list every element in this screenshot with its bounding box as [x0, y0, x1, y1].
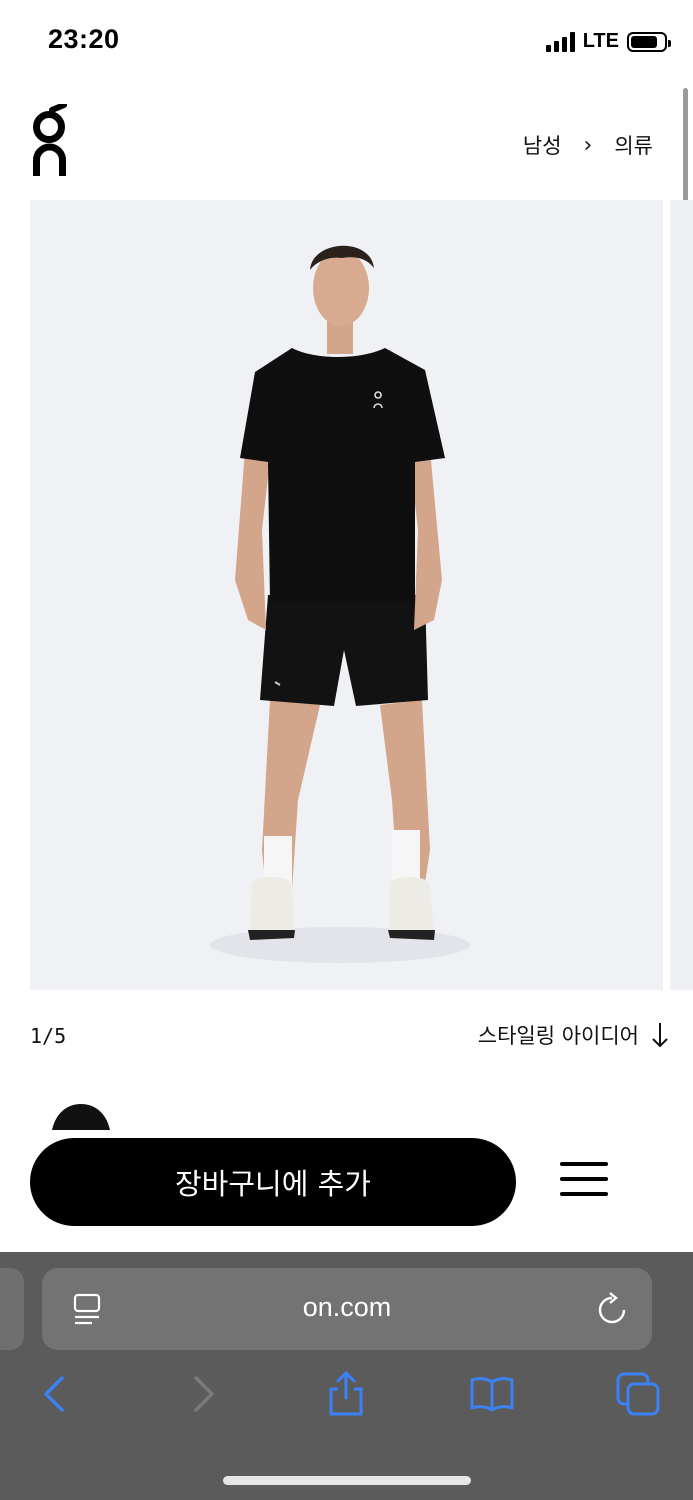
product-gallery[interactable] — [30, 200, 663, 990]
reload-icon[interactable] — [596, 1292, 628, 1326]
browser-toolbar: on.com — [0, 1252, 693, 1500]
styling-ideas-label: 스타일링 아이디어 — [477, 1024, 639, 1048]
previous-tab-peek[interactable] — [0, 1268, 24, 1350]
arrow-down-icon — [652, 1023, 668, 1048]
url-text[interactable]: on.com — [42, 1292, 652, 1323]
share-icon[interactable] — [322, 1370, 370, 1418]
breadcrumb: 남성 › 의류 — [523, 130, 653, 160]
cellular-signal-icon — [545, 31, 575, 52]
breadcrumb-separator: › — [583, 132, 593, 158]
tabs-icon[interactable] — [614, 1370, 662, 1418]
breadcrumb-item-men[interactable]: 남성 — [523, 130, 562, 160]
status-time: 23:20 — [48, 24, 120, 54]
breadcrumb-item-apparel[interactable]: 의류 — [614, 130, 653, 160]
bookmarks-icon[interactable] — [468, 1370, 516, 1418]
product-thumbnail[interactable] — [48, 1100, 114, 1130]
address-bar[interactable]: on.com — [42, 1268, 652, 1350]
next-image-peek[interactable] — [670, 200, 693, 990]
image-counter: 1/5 — [30, 1024, 67, 1048]
status-bar: 23:20 LTE — [0, 0, 693, 88]
home-indicator — [223, 1476, 471, 1485]
network-type: LTE — [582, 30, 619, 52]
status-indicators: LTE — [545, 30, 671, 53]
product-image — [210, 245, 470, 963]
battery-icon — [627, 31, 671, 52]
add-to-cart-button[interactable]: 장바구니에 추가 — [30, 1138, 516, 1226]
styling-ideas-link[interactable]: 스타일링 아이디어 — [478, 1020, 669, 1050]
on-logo[interactable] — [30, 104, 70, 178]
menu-icon[interactable] — [560, 1160, 610, 1200]
forward-icon[interactable] — [180, 1370, 228, 1418]
back-icon[interactable] — [30, 1370, 78, 1418]
